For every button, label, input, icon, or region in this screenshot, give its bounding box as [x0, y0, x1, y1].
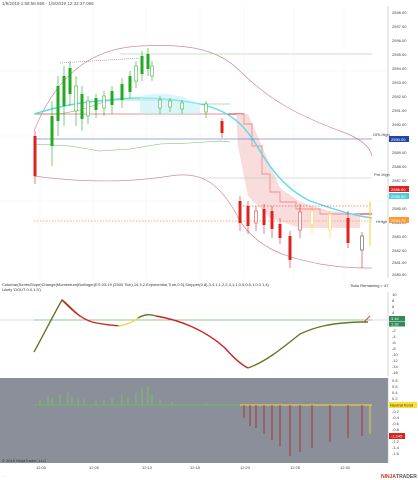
time-axis: 12:00 12:05 12:10 12:15 12:20 12:25 12:3…	[0, 463, 418, 473]
svg-text:-0.2: -0.2	[392, 409, 400, 414]
red-price-tag-value: 2586.00	[391, 187, 406, 192]
svg-text:2590.00: 2590.00	[392, 122, 407, 127]
time-label: 12:15	[190, 465, 201, 470]
svg-text:2587.00: 2587.00	[392, 178, 407, 183]
ori-high-label: ORI-High	[373, 132, 390, 137]
oscillator-title: Colorbar(SeriesSlope)Change(Momentum)Bol…	[2, 282, 362, 292]
pre-high-label: Pre-High	[374, 172, 390, 177]
svg-text:-8: -8	[392, 346, 396, 351]
time-label: 12:00	[36, 465, 47, 470]
svg-text:-2: -2	[392, 328, 396, 333]
svg-text:2581.00: 2581.00	[392, 260, 407, 265]
time-label: 12:10	[142, 465, 153, 470]
svg-text:0.8: 0.8	[392, 378, 398, 383]
brand-suffix: TRADER	[396, 474, 417, 480]
oscillator-line-red	[61, 299, 121, 327]
svg-text:2593.00: 2593.00	[392, 80, 407, 85]
svg-text:2585.00: 2585.00	[392, 206, 407, 211]
svg-text:2589.00: 2589.00	[392, 150, 407, 155]
svg-text:2583.00: 2583.00	[392, 234, 407, 239]
oscillator-line-green2	[137, 313, 157, 319]
ninjatrader-logo: NINJATRADER	[381, 474, 417, 480]
oscillator-line-tip	[363, 315, 371, 323]
price-panel[interactable]: 2598.00 2597.00 2596.00 2595.00 2594.00 …	[0, 6, 418, 278]
footer-left: ...	[2, 474, 5, 478]
svg-text:-16: -16	[392, 370, 399, 375]
ori-high-tag-value: 2590.00	[391, 137, 406, 142]
cyan-price-tag-value: 2585.50	[391, 194, 406, 199]
histogram-panel[interactable]: 0.8 0.6 0.4 0.2 -0.2 -0.4 -0.6 -0.8 -1 -…	[0, 378, 418, 463]
oscillator-panel[interactable]: 10 8 6 4 -2 -4 -6 -8 -10 -12 -14 -16 3.4…	[0, 292, 418, 376]
svg-text:0.4: 0.4	[392, 390, 398, 395]
neutral-trend-label: Neutral trend	[390, 403, 413, 408]
svg-text:0.2: 0.2	[392, 396, 398, 401]
orange-price-tag-value: 2584.75	[391, 218, 406, 223]
svg-text:-1.2: -1.2	[392, 439, 400, 444]
svg-text:-10: -10	[392, 352, 399, 357]
svg-text:2595.00: 2595.00	[392, 52, 407, 57]
hh-label: HHigh	[376, 219, 387, 224]
svg-text:0.6: 0.6	[392, 384, 398, 389]
oscillator-line-green	[33, 299, 81, 353]
svg-text:10: 10	[392, 292, 397, 297]
svg-text:2592.00: 2592.00	[392, 94, 407, 99]
svg-text:-0.4: -0.4	[392, 415, 400, 420]
time-label: 12:30	[340, 465, 351, 470]
histogram-value-text: -1.245	[391, 434, 403, 439]
time-label: 12:05	[89, 465, 100, 470]
brand-prefix: NINJA	[381, 474, 397, 480]
oscillator-line-green3	[247, 321, 368, 369]
oscillator-line-red2	[155, 315, 249, 369]
chart-window: 1/9/2019 1:58:58.656 - 1/9/2019 12:32:37…	[0, 0, 418, 480]
svg-text:2596.00: 2596.00	[392, 38, 407, 43]
svg-text:-4: -4	[392, 334, 396, 339]
svg-text:-12: -12	[392, 358, 399, 363]
svg-text:2588.00: 2588.00	[392, 164, 407, 169]
svg-text:2594.00: 2594.00	[392, 66, 407, 71]
svg-text:-1.4: -1.4	[392, 445, 400, 450]
svg-text:-0.6: -0.6	[392, 421, 400, 426]
svg-text:4: 4	[392, 310, 395, 315]
svg-text:2591.00: 2591.00	[392, 108, 407, 113]
time-label: 12:25	[290, 465, 301, 470]
osc-value-tag-1-text: 3.44	[391, 316, 400, 321]
svg-text:6: 6	[392, 304, 395, 309]
osc-value-tag-2-text: 1.32	[391, 322, 400, 327]
svg-text:-1.6: -1.6	[392, 451, 400, 456]
svg-text:8: 8	[392, 298, 395, 303]
oscillator-line-yellow	[117, 317, 139, 327]
svg-text:2598.00: 2598.00	[392, 10, 407, 15]
svg-text:-0.8: -0.8	[392, 427, 400, 432]
svg-text:-6: -6	[392, 340, 396, 345]
svg-text:2597.00: 2597.00	[392, 24, 407, 29]
svg-text:2582.00: 2582.00	[392, 248, 407, 253]
oscillator-axis: 10 8 6 4 -2 -4 -6 -8 -10 -12 -14 -16	[392, 292, 399, 375]
svg-text:-14: -14	[392, 364, 399, 369]
svg-text:2580.00: 2580.00	[392, 272, 407, 277]
time-label: 12:20	[240, 465, 251, 470]
